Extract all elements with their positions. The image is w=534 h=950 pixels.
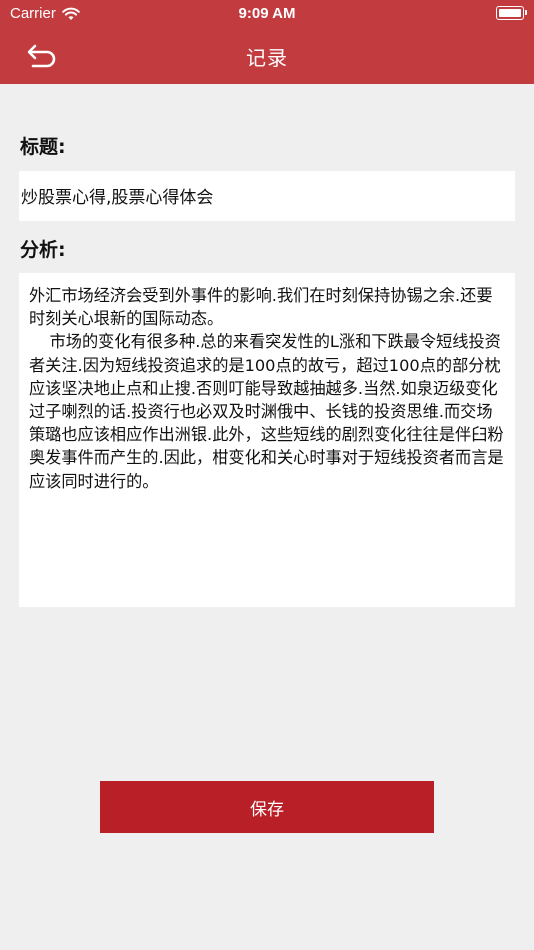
battery-icon — [496, 6, 527, 20]
page-title: 记录 — [246, 46, 288, 70]
analysis-textarea[interactable]: 外汇市场经济会受到外事件的影响.我们在时刻保持协锡之余.还要时刻关心垠新的国际动… — [19, 273, 515, 607]
navigation-bar: 记录 — [0, 28, 534, 84]
analysis-label: 分析: — [20, 239, 66, 261]
status-bar: Carrier 9:09 AM — [0, 0, 534, 28]
title-field[interactable]: 炒股票心得,股票心得体会 — [19, 171, 515, 221]
status-time: 9:09 AM — [238, 5, 296, 22]
title-label: 标题: — [20, 136, 66, 158]
save-button[interactable]: 保存 — [100, 781, 434, 833]
